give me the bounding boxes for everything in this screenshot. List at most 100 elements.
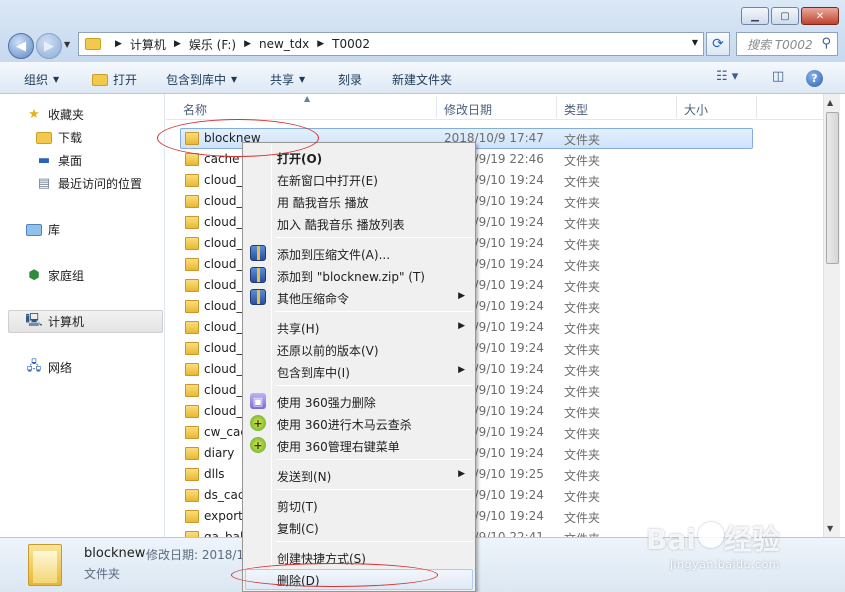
column-divider[interactable] [556, 96, 557, 118]
nav-network[interactable]: 🖧 网络 [26, 359, 72, 376]
menu-separator [275, 311, 473, 312]
file-type: 文件夹 [564, 217, 601, 231]
address-bar[interactable]: ▶ 计算机 ▶ 娱乐 (F:) ▶ new_tdx ▶ T0002 ▼ [78, 32, 704, 56]
back-button[interactable]: ◀ [8, 33, 34, 59]
desktop-icon: ▬ [37, 153, 51, 168]
column-name[interactable]: 名称 [183, 101, 207, 118]
menu-item-other-compress[interactable]: 其他压缩命令 ▶ [245, 287, 473, 307]
minimize-button[interactable]: ▁ [741, 7, 769, 25]
share-button[interactable]: 共享 ▼ [270, 71, 305, 88]
menu-item-restore-previous[interactable]: 还原以前的版本(V) [245, 339, 473, 359]
details-modified: 修改日期: 2018/1 [146, 548, 245, 562]
sort-ascending-icon: ▲ [304, 94, 311, 103]
baidu-watermark: Bai 经验 jingyan.baidu.com [646, 518, 838, 584]
chevron-right-icon[interactable]: ▶ [244, 39, 251, 49]
menu-item-play-kuwo[interactable]: 用 酷我音乐 播放 [245, 191, 473, 211]
menu-item-add-kuwo-list[interactable]: 加入 酷我音乐 播放列表 [245, 213, 473, 233]
breadcrumb: ▶ 计算机 ▶ 娱乐 (F:) ▶ new_tdx ▶ T0002 [107, 36, 370, 53]
breadcrumb-new-tdx[interactable]: new_tdx [259, 37, 309, 51]
nav-network-label: 网络 [48, 361, 73, 375]
menu-other-compress-label: 其他压缩命令 [277, 292, 350, 306]
menu-item-add-zip[interactable]: 添加到 "blocknew.zip" (T) [245, 265, 473, 285]
vertical-scrollbar[interactable]: ▲ ▼ [823, 94, 840, 537]
search-input[interactable]: 搜索 T0002 ⚲ [736, 32, 838, 56]
organize-button[interactable]: 组织 ▼ [24, 71, 59, 88]
maximize-button[interactable]: ▢ [771, 7, 799, 25]
include-library-label: 包含到库中 [166, 73, 227, 87]
menu-item-360-delete[interactable]: ▣ 使用 360强力删除 [245, 391, 473, 411]
address-dropdown-icon[interactable]: ▼ [692, 38, 698, 47]
folder-icon [185, 174, 199, 187]
menu-item-360-menu[interactable]: + 使用 360管理右键菜单 [245, 435, 473, 455]
chevron-right-icon[interactable]: ▶ [115, 39, 122, 49]
menu-separator [275, 459, 473, 460]
nav-libraries[interactable]: 库 [26, 221, 60, 238]
title-bar: ▁ ▢ ✕ ◀ ▶ ▼ ▶ 计算机 ▶ 娱乐 (F:) ▶ new_tdx ▶ … [0, 0, 845, 62]
scroll-up-icon[interactable]: ▲ [827, 98, 833, 107]
file-name: dlls [204, 467, 225, 481]
column-divider[interactable] [756, 96, 757, 118]
nav-favorites[interactable]: ★ 收藏夹 [26, 106, 84, 123]
file-type: 文件夹 [564, 259, 601, 273]
forward-button[interactable]: ▶ [36, 33, 62, 59]
scroll-thumb[interactable] [826, 112, 839, 264]
column-header: ▲ 名称 修改日期 类型 大小 [166, 94, 823, 120]
chevron-down-icon: ▼ [231, 75, 238, 84]
nav-downloads[interactable]: 下载 [36, 129, 82, 146]
include-library-button[interactable]: 包含到库中 ▼ [166, 71, 237, 88]
search-icon[interactable]: ⚲ [821, 36, 831, 51]
back-arrow-icon: ◀ [16, 38, 26, 54]
column-size[interactable]: 大小 [684, 101, 708, 118]
chevron-right-icon[interactable]: ▶ [174, 39, 181, 49]
refresh-icon: ⟳ [712, 36, 724, 52]
menu-item-share[interactable]: 共享(H) ▶ [245, 317, 473, 337]
file-name: ds_cac [204, 488, 245, 502]
refresh-button[interactable]: ⟳ [706, 32, 730, 56]
open-button[interactable]: 打开 [92, 71, 137, 88]
recent-pages-dropdown-icon[interactable]: ▼ [64, 40, 70, 49]
column-type[interactable]: 类型 [564, 101, 588, 118]
menu-item-add-archive[interactable]: 添加到压缩文件(A)... [245, 243, 473, 263]
view-options-icon[interactable]: ☷ ▾ [716, 69, 738, 84]
file-type: 文件夹 [564, 280, 601, 294]
close-icon: ✕ [815, 10, 825, 22]
folder-icon [185, 342, 199, 355]
breadcrumb-t0002[interactable]: T0002 [332, 37, 370, 51]
nav-homegroup[interactable]: ⬢ 家庭组 [26, 267, 84, 284]
nav-recent[interactable]: ▤ 最近访问的位置 [36, 175, 142, 192]
nav-computer[interactable]: 🖳 计算机 [8, 310, 163, 333]
share-label: 共享 [270, 73, 295, 87]
new-folder-button[interactable]: 新建文件夹 [392, 71, 452, 88]
menu-item-cut[interactable]: 剪切(T) [245, 495, 473, 515]
submenu-arrow-icon: ▶ [458, 365, 465, 375]
nav-desktop[interactable]: ▬ 桌面 [36, 152, 82, 169]
menu-item-send-to[interactable]: 发送到(N) ▶ [245, 465, 473, 485]
chevron-right-icon[interactable]: ▶ [317, 39, 324, 49]
file-type: 文件夹 [564, 133, 601, 147]
menu-item-include-library[interactable]: 包含到库中(I) ▶ [245, 361, 473, 381]
folder-icon [185, 405, 199, 418]
column-date[interactable]: 修改日期 [444, 101, 492, 118]
file-type: 文件夹 [564, 238, 601, 252]
preview-pane-icon[interactable]: ◫ [772, 69, 784, 84]
menu-item-open-new-window[interactable]: 在新窗口中打开(E) [245, 169, 473, 189]
close-button[interactable]: ✕ [801, 7, 839, 25]
folder-icon [185, 195, 199, 208]
window-controls: ▁ ▢ ✕ [739, 7, 839, 25]
maximize-icon: ▢ [780, 10, 790, 22]
column-divider[interactable] [676, 96, 677, 118]
help-icon[interactable]: ? [806, 70, 823, 87]
file-name: cloud_ [204, 194, 243, 208]
column-divider[interactable] [436, 96, 437, 118]
computer-icon: 🖳 [25, 312, 43, 328]
new-folder-label: 新建文件夹 [392, 73, 453, 87]
minimize-icon: ▁ [751, 10, 759, 22]
burn-button[interactable]: 刻录 [338, 71, 362, 88]
file-name: cloud_ [204, 299, 243, 313]
menu-item-360-scan[interactable]: + 使用 360进行木马云查杀 [245, 413, 473, 433]
breadcrumb-drive[interactable]: 娱乐 (F:) [189, 36, 236, 53]
winrar-icon [250, 245, 266, 261]
menu-item-copy[interactable]: 复制(C) [245, 517, 473, 537]
menu-include-library-label: 包含到库中(I) [277, 366, 350, 380]
breadcrumb-computer[interactable]: 计算机 [130, 36, 166, 53]
